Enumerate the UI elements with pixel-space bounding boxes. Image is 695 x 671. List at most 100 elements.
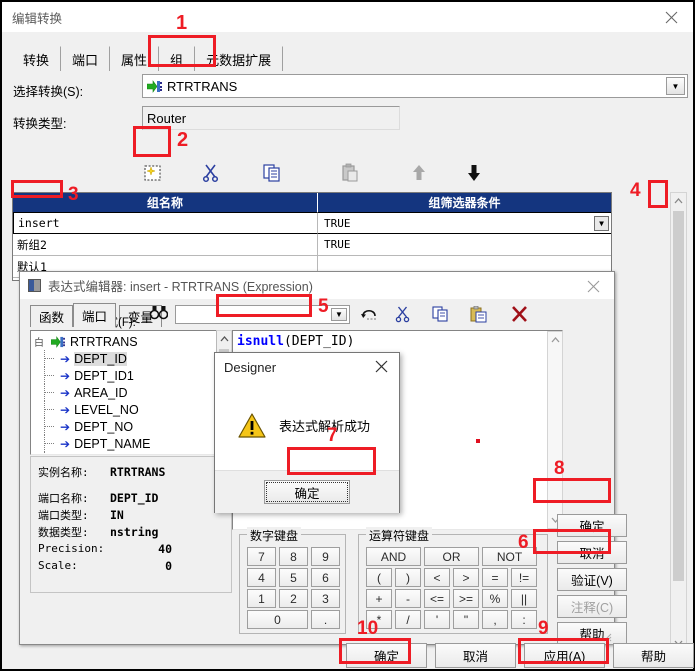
new-group-icon[interactable] <box>140 161 166 185</box>
numeric-key-8[interactable]: 8 <box>279 547 308 566</box>
operator-key[interactable]: , <box>482 610 508 629</box>
numeric-key-6[interactable]: 6 <box>311 568 340 587</box>
find-icon[interactable] <box>149 305 169 323</box>
close-glyph <box>587 280 599 292</box>
undo-glyph <box>361 309 376 320</box>
main-ok-button[interactable]: 确定 <box>346 643 427 668</box>
numeric-key-dot[interactable]: . <box>311 610 340 629</box>
delete-icon[interactable] <box>510 305 529 326</box>
numeric-key-2[interactable]: 2 <box>279 589 308 608</box>
operator-key[interactable]: <= <box>424 589 450 608</box>
numeric-key-3[interactable]: 3 <box>311 589 340 608</box>
designer-ok-button[interactable]: 确定 <box>264 480 350 504</box>
tree-expander-icon[interactable]: 白 <box>34 334 51 349</box>
operator-key[interactable]: || <box>511 589 537 608</box>
tree-port-item[interactable]: ➔ DEPT_ID1 <box>34 367 231 384</box>
tree-port-item[interactable]: ➔ DEPT_NO <box>34 418 231 435</box>
chevron-down-icon[interactable]: ▼ <box>331 308 347 321</box>
cut-icon[interactable] <box>198 161 224 185</box>
copy-icon[interactable] <box>432 306 450 326</box>
tree-port-label: LEVEL_NO <box>74 402 139 417</box>
paste-icon[interactable] <box>470 305 488 326</box>
operator-key[interactable]: < <box>424 568 450 587</box>
expr-ok-button[interactable]: 确定 <box>557 514 627 537</box>
operator-key[interactable]: ( <box>366 568 392 587</box>
close-icon[interactable] <box>649 2 693 32</box>
tab-metadata-extensions[interactable]: 元数据扩展 <box>194 46 284 71</box>
numeric-key-5[interactable]: 5 <box>279 568 308 587</box>
tab-label: 转换 <box>23 52 50 68</box>
move-down-icon[interactable] <box>461 161 487 185</box>
tree-port-item[interactable]: ➔ DEPT_ID <box>34 350 231 367</box>
expr-cancel-button[interactable]: 取消 <box>557 541 627 564</box>
operator-key[interactable]: ) <box>395 568 421 587</box>
numeric-key-1[interactable]: 1 <box>247 589 276 608</box>
select-transform-combo[interactable]: RTRTRANS ▼ <box>142 74 688 98</box>
resize-grip[interactable] <box>600 630 612 642</box>
main-apply-button[interactable]: 应用(A) <box>524 643 605 668</box>
chevron-down-icon[interactable]: ▼ <box>666 77 685 95</box>
cut-icon[interactable] <box>395 305 411 326</box>
expr-validate-button[interactable]: 验证(V) <box>557 568 627 591</box>
tab-groups[interactable]: 组 <box>158 46 196 71</box>
expression-scrollbar[interactable] <box>547 331 563 529</box>
operator-key[interactable]: % <box>482 589 508 608</box>
tree-port-item[interactable]: ➔ LEVEL_NO <box>34 401 231 418</box>
new-group-glyph <box>144 165 161 181</box>
tab-ports[interactable]: 端口 <box>73 303 117 327</box>
tab-transform[interactable]: 转换 <box>11 46 62 71</box>
main-cancel-button[interactable]: 取消 <box>435 643 516 668</box>
ports-tree[interactable]: 白 RTRTRANS ➔ DEPT_ID ➔ DEPT_ID1 ➔ AREA_ID ➔ LEV… <box>30 330 232 455</box>
copy-icon[interactable] <box>259 161 285 185</box>
numeric-key-7[interactable]: 7 <box>247 547 276 566</box>
tab-properties[interactable]: 属性 <box>109 46 160 71</box>
operator-key[interactable]: " <box>453 610 479 629</box>
close-icon[interactable] <box>369 356 393 376</box>
tree-port-item[interactable]: ➔ DEPT_NAME <box>34 435 231 452</box>
expr-help-button[interactable]: 帮助 <box>557 622 627 645</box>
close-icon[interactable] <box>580 276 606 296</box>
operator-key[interactable]: / <box>395 610 421 629</box>
operator-key[interactable]: NOT <box>482 547 537 566</box>
scrollbar-thumb[interactable] <box>673 211 684 581</box>
group-filter-cell[interactable]: TRUE ▼ <box>318 212 611 234</box>
main-help-button[interactable]: 帮助 <box>613 643 694 668</box>
table-row[interactable]: 新组2 TRUE <box>13 234 611 256</box>
operator-key[interactable]: = <box>482 568 508 587</box>
tree-port-item[interactable]: ➔ FULL_NAME <box>34 452 231 454</box>
operator-key[interactable]: OR <box>424 547 479 566</box>
table-row[interactable]: insert TRUE ▼ <box>13 212 611 234</box>
input-port-icon: ➔ <box>60 368 71 383</box>
group-filter-cell[interactable]: TRUE <box>318 234 611 255</box>
undo-icon[interactable] <box>360 306 379 326</box>
operator-key[interactable]: : <box>511 610 537 629</box>
main-vertical-scrollbar[interactable] <box>670 192 687 652</box>
operator-key[interactable]: != <box>511 568 537 587</box>
tab-label: 组 <box>170 52 184 68</box>
transformation-icon <box>147 79 162 93</box>
tab-ports[interactable]: 端口 <box>60 46 111 71</box>
operator-key[interactable]: AND <box>366 547 421 566</box>
open-expression-editor-button[interactable]: ▼ <box>594 215 609 231</box>
numeric-key-4[interactable]: 4 <box>247 568 276 587</box>
tree-port-item[interactable]: ➔ AREA_ID <box>34 384 231 401</box>
operator-key[interactable]: + <box>366 589 392 608</box>
grid-header-group-filter: 组筛选器条件 <box>428 196 501 210</box>
numeric-key-9[interactable]: 9 <box>311 547 340 566</box>
operator-key[interactable]: >= <box>453 589 479 608</box>
group-name-cell[interactable]: insert <box>13 212 318 234</box>
expression-editor-title: 表达式编辑器: insert - RTRTRANS (Expression) <box>48 280 313 294</box>
paste-glyph <box>342 163 358 182</box>
operator-key[interactable]: ' <box>424 610 450 629</box>
operator-key[interactable]: - <box>395 589 421 608</box>
scroll-up-icon[interactable] <box>547 332 563 348</box>
numeric-key-0[interactable]: 0 <box>247 610 308 629</box>
scroll-up-icon[interactable] <box>216 331 232 347</box>
port-detail-label: 端口名称: <box>38 491 89 505</box>
tab-functions[interactable]: 函数 <box>30 305 74 327</box>
group-name-cell[interactable]: 新组2 <box>13 234 318 255</box>
operator-key[interactable]: > <box>453 568 479 587</box>
scroll-up-icon[interactable] <box>671 193 687 209</box>
window-titlebar: 编辑转换 <box>2 2 693 32</box>
tree-root-item[interactable]: 白 RTRTRANS <box>34 333 231 350</box>
